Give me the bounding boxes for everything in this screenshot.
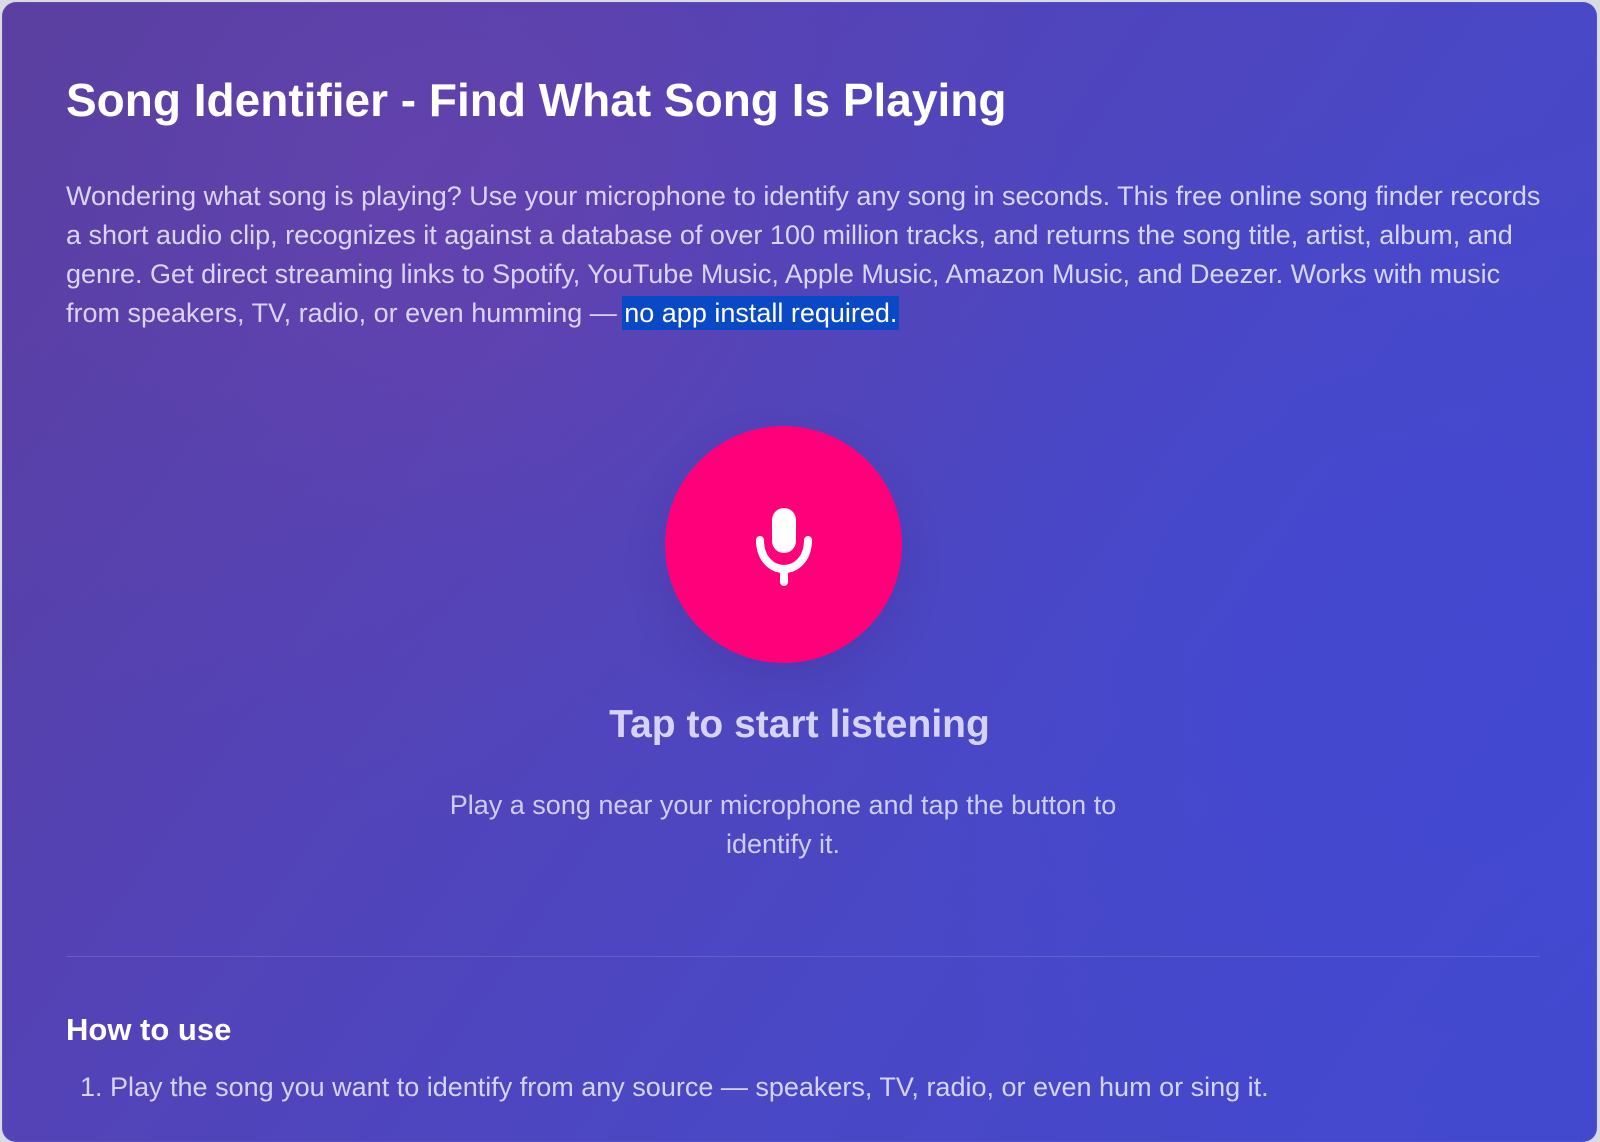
song-identifier-panel: Song Identifier - Find What Song Is Play… [2, 2, 1597, 1142]
start-listening-button[interactable] [665, 426, 902, 663]
intro-description: Wondering what song is playing? Use your… [66, 177, 1541, 333]
step-1: 1. Play the song you want to identify fr… [80, 1072, 1269, 1102]
listening-hint: Play a song near your microphone and tap… [449, 790, 1117, 859]
page-title: Song Identifier - Find What Song Is Play… [66, 74, 1007, 126]
how-to-use-title: How to use [66, 1012, 232, 1047]
listening-status: Tap to start listening [609, 703, 990, 746]
how-to-use-steps: 1. Play the song you want to identify fr… [80, 1068, 1540, 1107]
section-divider [66, 956, 1540, 957]
microphone-icon [755, 507, 812, 586]
selected-text-highlight: no app install required. [624, 298, 898, 328]
